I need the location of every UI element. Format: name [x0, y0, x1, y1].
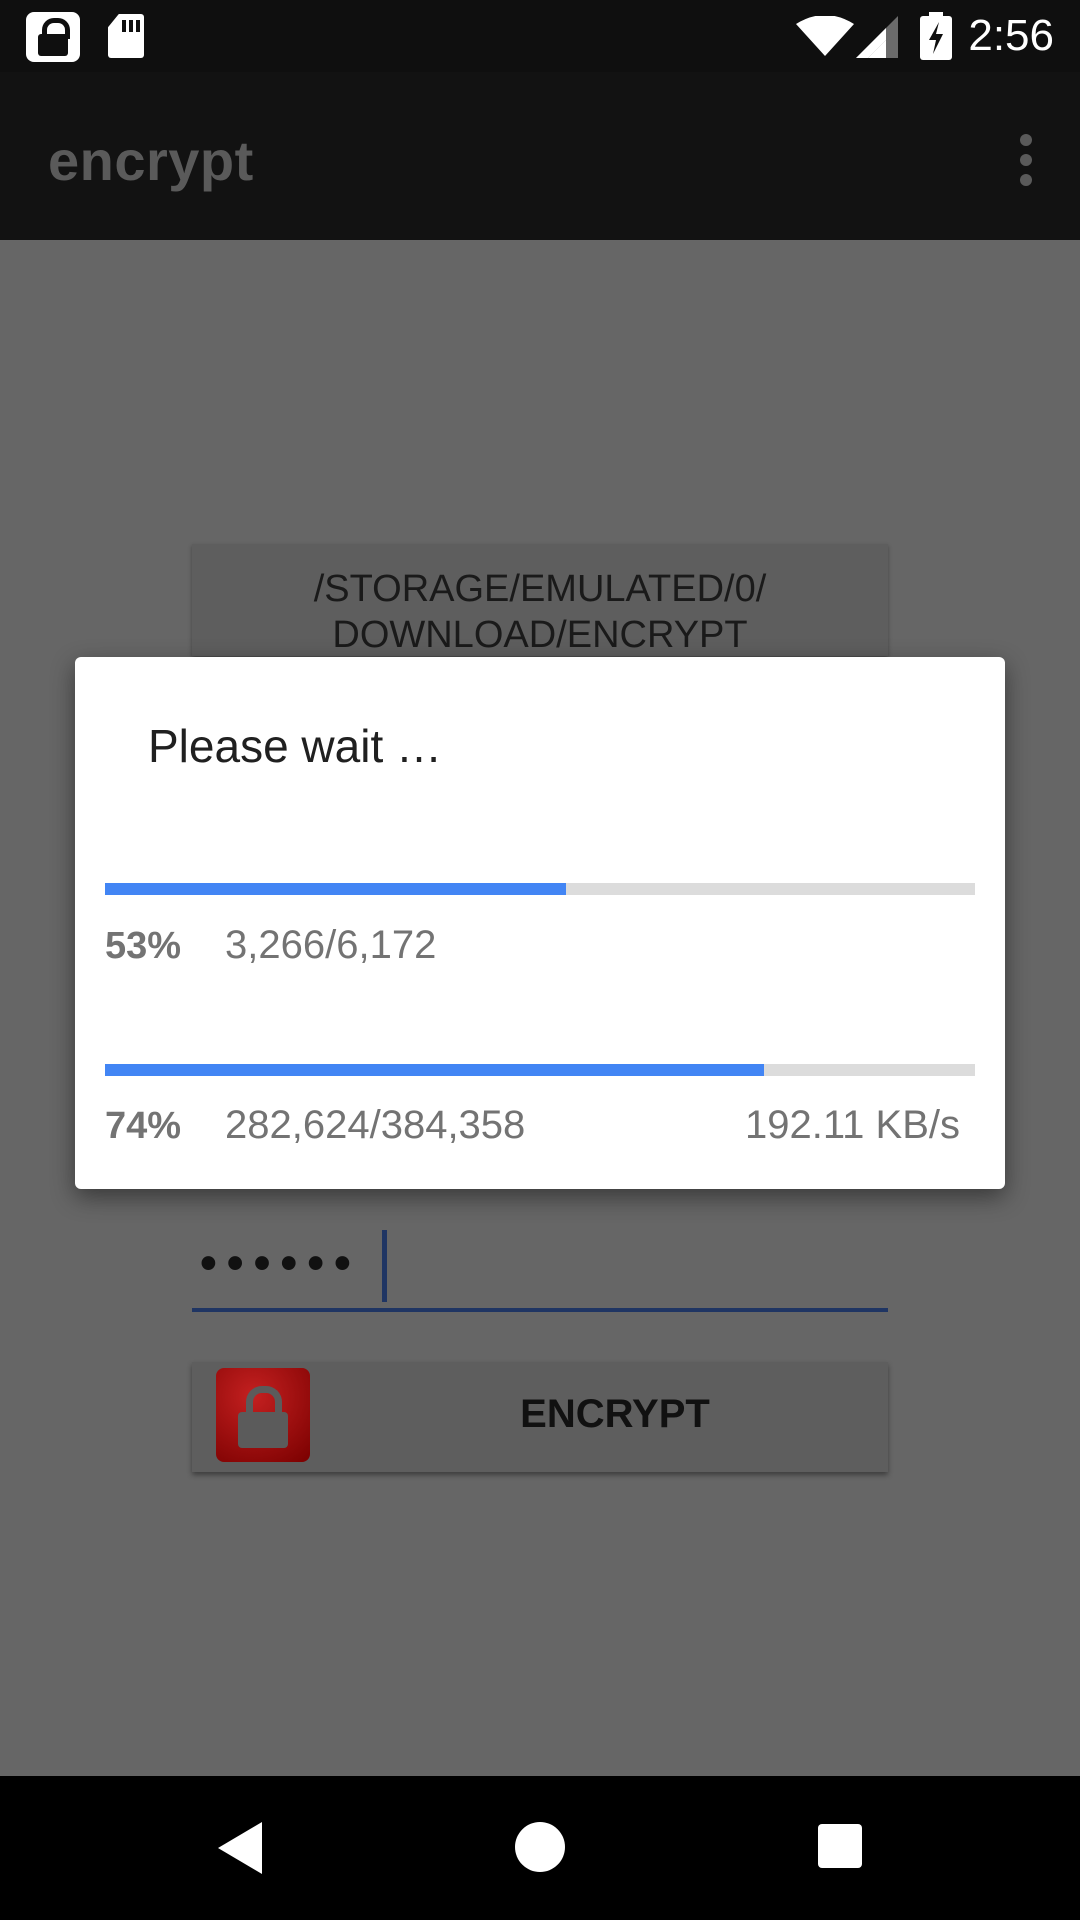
folder-path-label: /STORAGE/EMULATED/0/ DOWNLOAD/ENCRYPT: [313, 568, 767, 656]
file-progress-percent: 74%: [105, 1105, 182, 1147]
text-cursor: [382, 1230, 387, 1302]
overall-progress-bar: [105, 883, 975, 895]
cell-signal-icon: [856, 16, 898, 58]
encrypt-button-label: ENCRYPT: [520, 1392, 710, 1436]
progress-dialog: Please wait … 53% 3,266/6,172 74% 282,62…: [75, 657, 1005, 1189]
back-icon[interactable]: [218, 1822, 262, 1874]
sd-card-icon: [108, 14, 144, 58]
red-lock-icon: [216, 1368, 310, 1462]
overall-progress-count: 3,266/6,172: [225, 923, 437, 967]
clock: 2:56: [968, 11, 1054, 60]
status-bar: 2:56: [0, 0, 1080, 72]
app-bar: encrypt: [0, 72, 1080, 240]
transfer-speed: 192.11 KB/s: [745, 1103, 960, 1147]
password-field[interactable]: ••••••: [192, 1230, 888, 1312]
overall-progress-percent: 53%: [105, 925, 182, 967]
navigation-bar: [0, 1776, 1080, 1920]
overall-progress-fill: [105, 883, 567, 895]
lock-icon: [26, 12, 80, 62]
home-icon[interactable]: [515, 1822, 565, 1872]
app-title: encrypt: [48, 129, 254, 192]
dialog-title: Please wait …: [148, 720, 443, 772]
file-progress-count: 282,624/384,358: [225, 1103, 526, 1147]
encrypt-button[interactable]: ENCRYPT: [192, 1362, 888, 1472]
password-value: ••••••: [200, 1237, 361, 1290]
recents-icon[interactable]: [818, 1824, 862, 1868]
file-progress-fill: [105, 1064, 765, 1076]
wifi-icon: [796, 16, 854, 56]
file-progress-bar: [105, 1064, 975, 1076]
folder-path-button[interactable]: /STORAGE/EMULATED/0/ DOWNLOAD/ENCRYPT: [192, 544, 888, 656]
overflow-menu-icon[interactable]: [1018, 134, 1034, 186]
battery-charging-icon: [920, 12, 952, 60]
